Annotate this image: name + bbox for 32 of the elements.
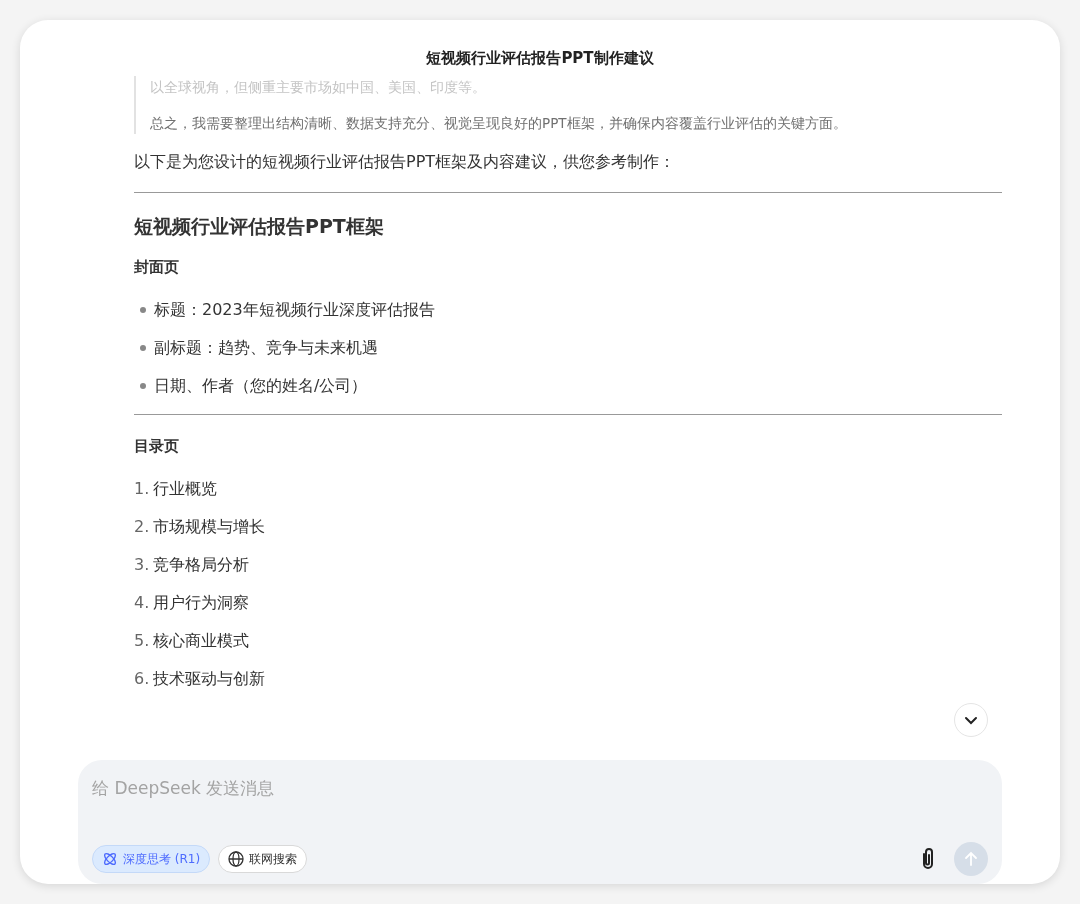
list-item: 竞争格局分析 (153, 553, 250, 576)
bullet-icon (140, 382, 146, 389)
list-item: 技术驱动与创新 (153, 667, 266, 690)
subsection-heading: 封面页 (134, 257, 180, 276)
list-number: 3. (134, 553, 150, 576)
list-item: 标题：2023年短视频行业深度评估报告 (154, 298, 435, 321)
list-number: 5. (134, 629, 150, 652)
web-search-toggle[interactable]: 联网搜索 (218, 845, 308, 873)
list-item: 副标题：趋势、竞争与未来机遇 (154, 336, 378, 359)
thinking-text: 以全球视角，但侧重主要市场如中国、美国、印度等。 (150, 78, 487, 97)
subsection-heading: 目录页 (134, 436, 180, 455)
arrow-up-icon (963, 851, 979, 867)
list-number: 1. (134, 477, 150, 500)
list-item: 日期、作者（您的姓名/公司） (154, 374, 368, 397)
list-number: 6. (134, 667, 150, 690)
chat-title: 短视频行业评估报告PPT制作建议 (425, 48, 655, 69)
section-heading: 短视频行业评估报告PPT框架 (134, 215, 385, 238)
bullet-icon (140, 344, 146, 351)
list-item: 核心商业模式 (153, 629, 250, 652)
deep-think-toggle[interactable]: 深度思考 (R1) (92, 845, 211, 873)
thinking-text: 总之，我需要整理出结构清晰、数据支持充分、视觉呈现良好的PPT框架，并确保内容覆盖行业评估的关键方面。 (150, 114, 848, 133)
intro-text: 以下是为您设计的短视频行业评估报告PPT框架及内容建议，供您参考制作： (134, 151, 677, 173)
list-item: 市场规模与增长 (153, 515, 266, 538)
list-number: 2. (134, 515, 150, 538)
message-input[interactable]: 给 DeepSeek 发送消息 (92, 776, 988, 802)
list-item: 用户行为洞察 (153, 591, 250, 614)
scroll-down-button[interactable] (954, 703, 988, 737)
list-number: 4. (134, 591, 150, 614)
atom-icon (102, 851, 118, 867)
bullet-icon (140, 306, 146, 313)
globe-icon (228, 851, 245, 867)
list-item: 行业概览 (153, 477, 218, 500)
